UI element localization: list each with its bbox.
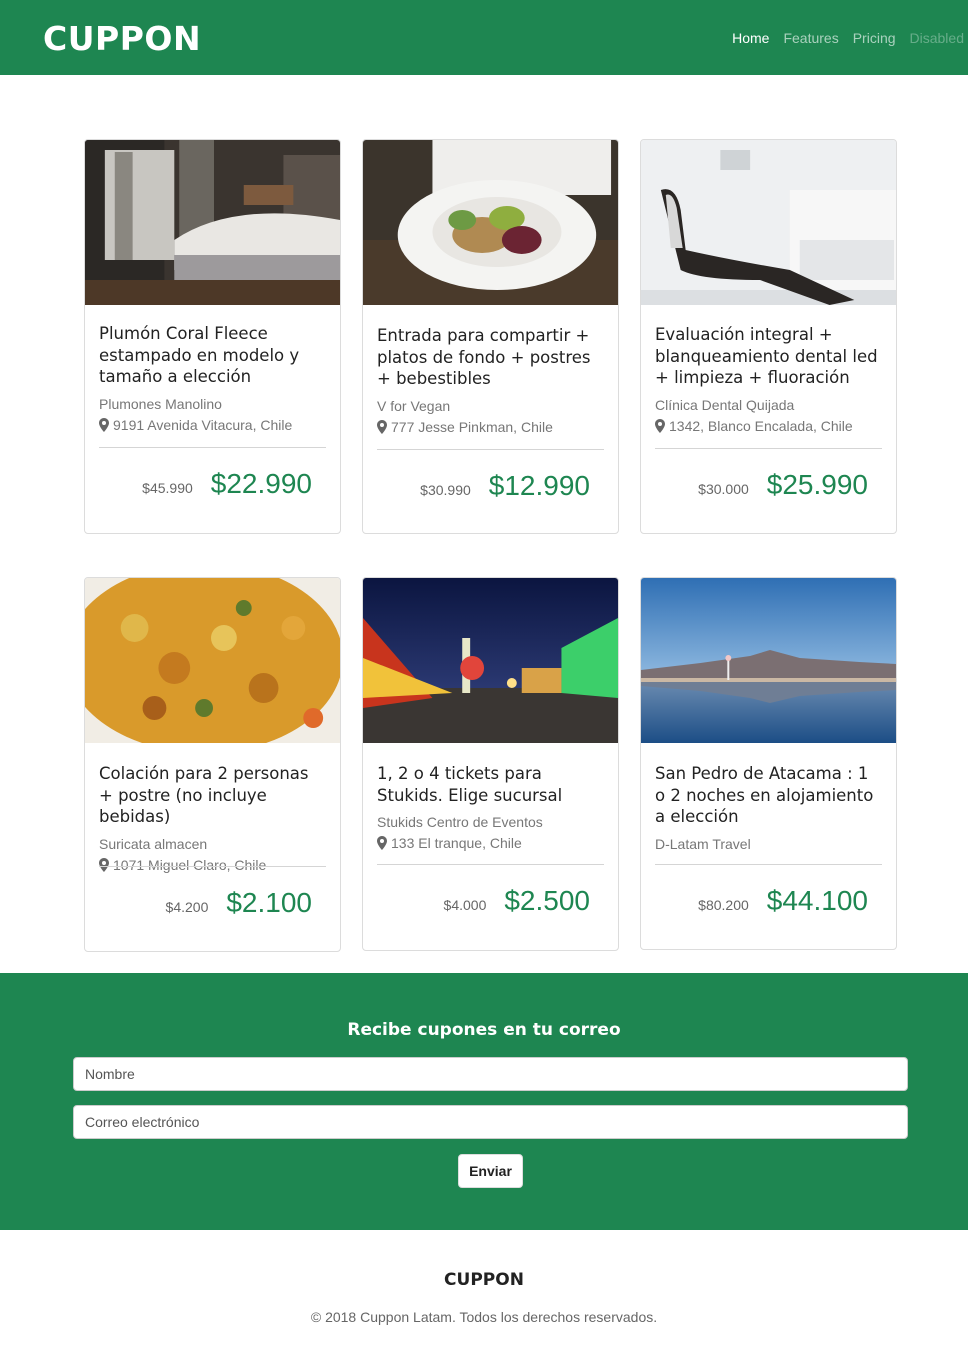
deal-vendor: D-Latam Travel: [655, 835, 751, 852]
map-marker-icon: [99, 417, 109, 432]
deal-address-text: 777 Jesse Pinkman, Chile: [391, 418, 553, 435]
divider: [99, 447, 326, 448]
submit-button[interactable]: Enviar: [458, 1154, 523, 1188]
old-price: $4.000: [443, 897, 487, 913]
divider: [655, 448, 882, 449]
old-price: $45.990: [142, 480, 193, 496]
map-marker-icon: [655, 418, 665, 433]
deal-card[interactable]: 1, 2 o 4 tickets para Stukids. Elige suc…: [362, 577, 619, 951]
deal-prices: $30.000 $25.990: [641, 469, 868, 501]
deal-vendor: Plumones Manolino: [99, 395, 222, 412]
new-price: $44.100: [766, 885, 868, 916]
old-price: $80.200: [698, 897, 749, 913]
deal-address: 777 Jesse Pinkman, Chile: [377, 419, 604, 435]
new-price: $12.990: [488, 470, 590, 501]
divider: [99, 866, 326, 867]
nav-home[interactable]: Home: [732, 30, 769, 46]
deal-card[interactable]: Colación para 2 personas + postre (no in…: [84, 577, 341, 952]
lake-landscape-photo: [641, 578, 896, 743]
deal-address-text: 133 El tranque, Chile: [391, 835, 522, 851]
deal-title[interactable]: Plumón Coral Fleece estampado en modelo …: [99, 323, 326, 388]
deal-prices: $4.200 $2.100: [85, 887, 312, 919]
divider: [377, 449, 604, 450]
deal-address: 1071 Miguel Claro, Chile: [99, 857, 326, 873]
name-input[interactable]: Nombre: [73, 1057, 908, 1091]
subscribe-title: Recibe cupones en tu correo: [347, 1020, 621, 1040]
new-price: $25.990: [766, 469, 868, 500]
brand-logo[interactable]: CUPPON: [43, 19, 201, 58]
salad-plate-photo: [363, 140, 618, 305]
deal-prices: $4.000 $2.500: [363, 885, 590, 917]
deal-card[interactable]: Evaluación integral + blanqueamiento den…: [640, 139, 897, 534]
deal-address-text: 9191 Avenida Vitacura, Chile: [113, 416, 293, 433]
nav-features[interactable]: Features: [783, 30, 838, 46]
deal-address-text: 1342, Blanco Encalada, Chile: [669, 417, 853, 434]
deal-title[interactable]: Evaluación integral + blanqueamiento den…: [655, 324, 882, 389]
nav-pricing[interactable]: Pricing: [853, 30, 896, 46]
deal-address-text: 1071 Miguel Claro, Chile: [113, 856, 267, 873]
deal-title[interactable]: 1, 2 o 4 tickets para Stukids. Elige suc…: [377, 763, 604, 806]
email-input[interactable]: Correo electrónico: [73, 1105, 908, 1139]
deal-title[interactable]: San Pedro de Atacama : 1 o 2 noches en a…: [655, 763, 882, 828]
deal-card[interactable]: Plumón Coral Fleece estampado en modelo …: [84, 139, 341, 534]
food-dish-photo: [85, 578, 340, 753]
deal-vendor: Suricata almacen: [99, 835, 208, 852]
deal-card[interactable]: San Pedro de Atacama : 1 o 2 noches en a…: [640, 577, 897, 950]
deal-prices: $80.200 $44.100: [641, 885, 868, 917]
divider: [655, 864, 882, 865]
old-price: $30.990: [420, 482, 471, 498]
new-price: $22.990: [210, 468, 312, 499]
footer-brand: CUPPON: [444, 1270, 524, 1290]
nav-disabled: Disabled: [909, 30, 964, 46]
dental-chair-photo: [641, 140, 896, 305]
map-marker-icon: [377, 836, 387, 850]
deal-vendor: Stukids Centro de Eventos: [377, 814, 543, 830]
deal-vendor: Clínica Dental Quijada: [655, 396, 795, 413]
footer-copyright: © 2018 Cuppon Latam. Todos los derechos …: [310, 1309, 658, 1325]
old-price: $30.000: [698, 481, 749, 497]
deal-address: 1342, Blanco Encalada, Chile: [655, 418, 882, 434]
deal-card[interactable]: Entrada para compartir + platos de fondo…: [362, 139, 619, 534]
old-price: $4.200: [165, 899, 209, 915]
navbar: CUPPON Home Features Pricing Disabled: [0, 0, 968, 75]
nav-links: Home Features Pricing Disabled: [732, 30, 964, 46]
bedroom-photo: [85, 140, 340, 305]
deal-title[interactable]: Colación para 2 personas + postre (no in…: [99, 763, 326, 828]
deal-vendor: V for Vegan: [377, 397, 451, 414]
subscribe-section: Recibe cupones en tu correo Nombre Corre…: [0, 973, 968, 1230]
map-marker-icon: [99, 857, 109, 872]
deal-address: 9191 Avenida Vitacura, Chile: [99, 417, 326, 433]
new-price: $2.500: [504, 885, 590, 916]
divider: [377, 864, 604, 865]
map-marker-icon: [377, 419, 387, 434]
deal-address: 133 El tranque, Chile: [377, 835, 604, 851]
deal-prices: $45.990 $22.990: [85, 468, 312, 500]
deal-title[interactable]: Entrada para compartir + platos de fondo…: [377, 325, 604, 390]
new-price: $2.100: [226, 887, 312, 918]
deal-prices: $30.990 $12.990: [363, 470, 590, 502]
amusement-park-photo: [363, 578, 618, 743]
